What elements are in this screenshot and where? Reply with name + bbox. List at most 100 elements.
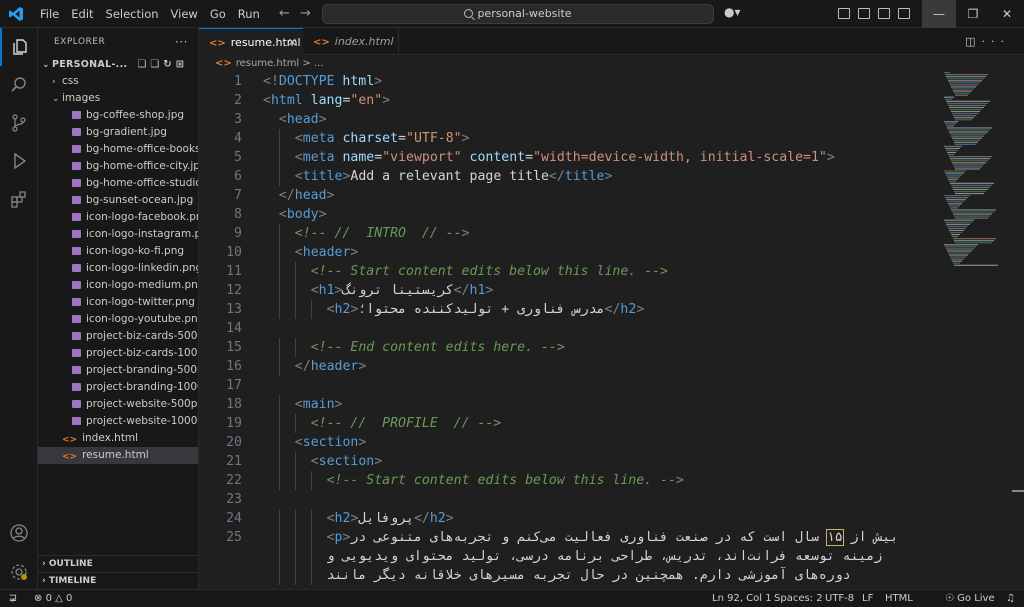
file-item[interactable]: icon-logo-medium.png [38,277,198,294]
close-window-button[interactable]: ✕ [990,0,1024,28]
code-token: section [302,435,359,450]
code-line[interactable]: 24 <h2>پروفایل</h2> [199,509,939,528]
folder-item[interactable]: ⌄ images [38,90,198,107]
code-line[interactable]: 19 <!-- // PROFILE // --> [199,414,939,433]
code-line[interactable]: 16 </header> [199,357,939,376]
menu-view[interactable]: View [165,0,204,28]
file-item[interactable]: project-biz-cards-1000px.j... [38,345,198,362]
file-item[interactable]: icon-logo-linkedin.png [38,260,198,277]
breadcrumb[interactable]: <> resume.html > ... [199,55,939,72]
code-line[interactable]: زمینه توسعه فرانت‌اند، تدریس، طراحی برنا… [199,547,939,566]
manage-gear-icon[interactable] [0,553,38,591]
code-line[interactable]: 12 <h1>کریستینا ترونگ</h1> [199,281,939,300]
problems-indicator[interactable]: ⊗ 0 △ 0 [34,590,72,607]
end-of-line[interactable]: LF [862,590,873,607]
accounts-icon[interactable] [0,514,38,552]
file-item[interactable]: icon-logo-instagram.png [38,226,198,243]
menu-edit[interactable]: Edit [65,0,99,28]
file-item[interactable]: project-website-1000px.jpg [38,413,198,430]
command-center-search[interactable]: personal-website [322,4,714,24]
file-item[interactable]: project-website-500px.jpg [38,396,198,413]
code-line[interactable]: 22 <!-- Start content edits below this li… [199,471,939,490]
notifications-bell-icon[interactable]: ♫ [1006,590,1015,607]
minimap[interactable] [940,72,1010,272]
breadcrumb-more[interactable]: ... [314,58,324,69]
file-item[interactable]: icon-logo-ko-fi.png [38,243,198,260]
workspace-root-folder[interactable]: ⌄ PERSONAL-... ❏❏↻⊞ [38,56,198,73]
tab-index-html[interactable]: <> index.html [303,28,399,55]
file-item[interactable]: bg-home-office-city.jpg [38,158,198,175]
toggle-primary-sidebar-icon[interactable] [838,8,850,19]
tab-resume-html[interactable]: <> resume.html ✕ [199,28,303,55]
code-line[interactable]: 23 [199,490,939,509]
code-line[interactable]: 20 <section> [199,433,939,452]
explorer-root-actions[interactable]: ❏❏↻⊞ [137,56,188,73]
file-item[interactable]: bg-sunset-ocean.jpg [38,192,198,209]
file-item[interactable]: bg-gradient.jpg [38,124,198,141]
code-line[interactable]: 10 <header> [199,243,939,262]
code-line[interactable]: 17 [199,376,939,395]
tree-item-label: icon-logo-ko-fi.png [86,245,185,257]
run-debug-icon[interactable] [0,142,38,180]
menu-run[interactable]: Run [232,0,266,28]
back-arrow-icon[interactable]: ← [279,6,290,21]
breadcrumb-file[interactable]: resume.html [236,58,299,69]
code-line[interactable]: 14 [199,319,939,338]
source-control-icon[interactable] [0,104,38,142]
go-live-button[interactable]: ☉ Go Live [945,590,995,607]
minimize-window-button[interactable]: — [922,0,956,28]
code-line[interactable]: 2 <html lang="en"> [199,91,939,110]
file-item[interactable]: bg-coffee-shop.jpg [38,107,198,124]
timeline-section-header[interactable]: › TIMELINE [38,572,199,589]
close-tab-icon[interactable]: ✕ [288,29,297,56]
code-line[interactable]: 25 <p> بیش از ۱۵ سال است که در صنعت فناوری… [199,528,939,547]
code-line[interactable]: 4 <meta charset="UTF-8"> [199,129,939,148]
code-line[interactable]: 7 </head> [199,186,939,205]
code-line[interactable]: 13 <h2>مدرس فناوری + تولیدکننده محتوا؛</h… [199,300,939,319]
indentation-setting[interactable]: Spaces: 2 [774,590,823,607]
folder-item[interactable]: › css [38,73,198,90]
remote-indicator-icon[interactable]: ⋥ [0,590,26,607]
code-line[interactable]: 8 <body> [199,205,939,224]
cursor-position[interactable]: Ln 92, Col 1 [712,590,772,607]
file-item[interactable]: icon-logo-twitter.png [38,294,198,311]
code-line[interactable]: 6 <title>Add a relevant page title</title… [199,167,939,186]
file-item[interactable]: project-branding-500px.jpg [38,362,198,379]
menu-go[interactable]: Go [204,0,232,28]
code-editor[interactable]: 1 <!DOCTYPE html> 2 <html lang="en"> 3 <head>… [199,72,939,589]
code-line[interactable]: 11 <!-- Start content edits below this li… [199,262,939,281]
menu-selection[interactable]: Selection [100,0,165,28]
language-mode[interactable]: HTML [885,590,913,607]
forward-arrow-icon[interactable]: → [300,6,311,21]
extensions-icon[interactable] [0,180,38,218]
file-item[interactable]: project-biz-cards-500px.jpg [38,328,198,345]
file-encoding[interactable]: UTF-8 [825,590,854,607]
code-line[interactable]: 5 <meta name="viewport" content="width=de… [199,148,939,167]
more-actions-icon[interactable]: ··· [175,28,188,56]
search-icon[interactable] [0,66,38,104]
code-line[interactable]: دوره‌های آموزشی دارم. همچنین در حال تجرب… [199,566,939,585]
layout-editor-icon[interactable] [858,8,870,19]
vertical-scrollbar[interactable] [1012,72,1024,589]
split-editor-icon[interactable]: ◫··· [965,35,1010,48]
outline-section-header[interactable]: › OUTLINE [38,555,199,572]
code-line[interactable]: 18 <main> [199,395,939,414]
code-line[interactable]: 15 <!-- End content edits here. --> [199,338,939,357]
code-line[interactable]: 1 <!DOCTYPE html> [199,72,939,91]
explorer-files-icon[interactable] [0,28,38,66]
menu-file[interactable]: File [34,0,65,28]
file-item[interactable]: project-branding-1000px.jp... [38,379,198,396]
file-item[interactable]: <> resume.html [38,447,198,464]
toggle-secondary-sidebar-icon[interactable] [898,8,910,19]
file-item[interactable]: bg-home-office-bookshel... [38,141,198,158]
code-line[interactable]: 3 <head> [199,110,939,129]
file-item[interactable]: bg-home-office-studio.jpg [38,175,198,192]
file-item[interactable]: <> index.html [38,430,198,447]
code-line[interactable]: 21 <section> [199,452,939,471]
code-line[interactable]: 9 <!-- // INTRO // --> [199,224,939,243]
file-item[interactable]: icon-logo-facebook.png [38,209,198,226]
toggle-panel-icon[interactable] [878,8,890,19]
file-item[interactable]: icon-logo-youtube.png [38,311,198,328]
copilot-icon[interactable]: ●▾ [724,5,741,19]
restore-window-button[interactable]: ❐ [956,0,990,28]
